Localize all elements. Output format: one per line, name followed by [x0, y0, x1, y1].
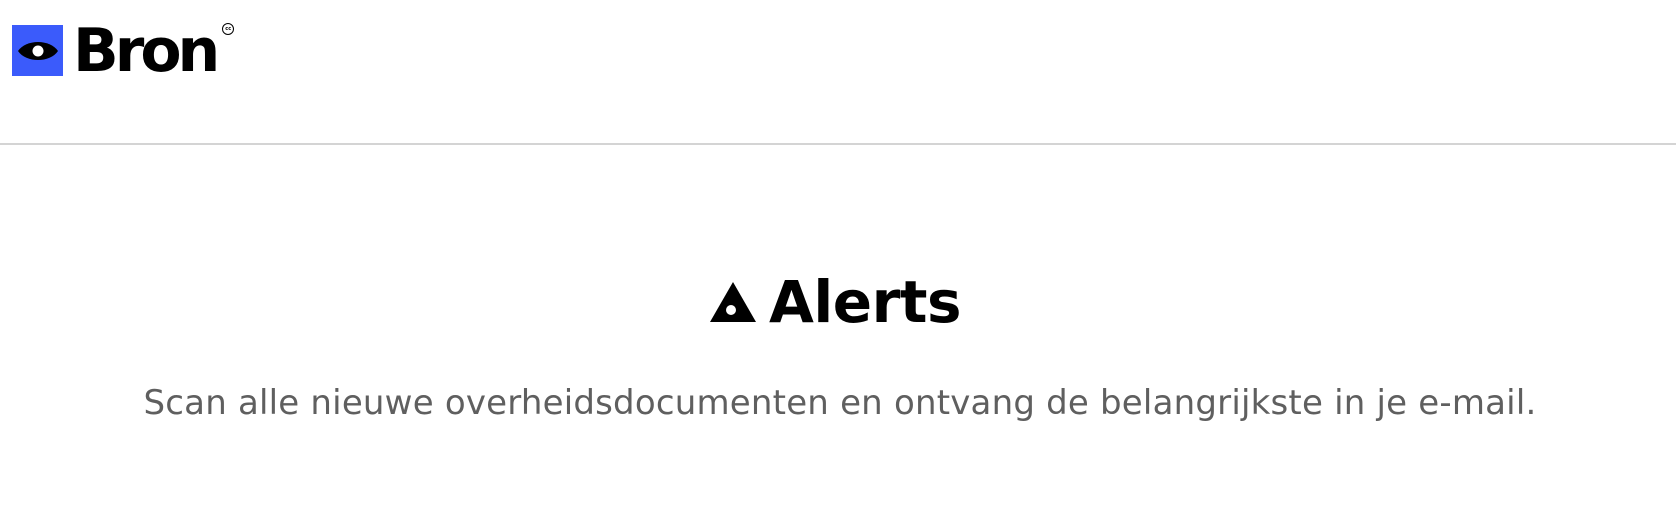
- title-row: Alerts: [0, 273, 1676, 331]
- eye-icon: [12, 25, 63, 76]
- logo-wordmark: Bron: [73, 21, 220, 81]
- alert-triangle-eye-icon: [710, 282, 757, 322]
- logo-cc-badge: cc: [222, 23, 235, 35]
- main-content: Alerts Scan alle nieuwe overheidsdocumen…: [0, 145, 1676, 518]
- bron-logo-link[interactable]: Bron cc: [12, 21, 235, 81]
- title-group: Alerts: [709, 273, 961, 331]
- page-title: Alerts: [769, 268, 961, 336]
- site-header: Bron cc: [0, 0, 1676, 145]
- page-subtitle: Scan alle nieuwe overheidsdocumenten en …: [143, 383, 1537, 423]
- logo-wordmark-text: Bron: [73, 15, 220, 86]
